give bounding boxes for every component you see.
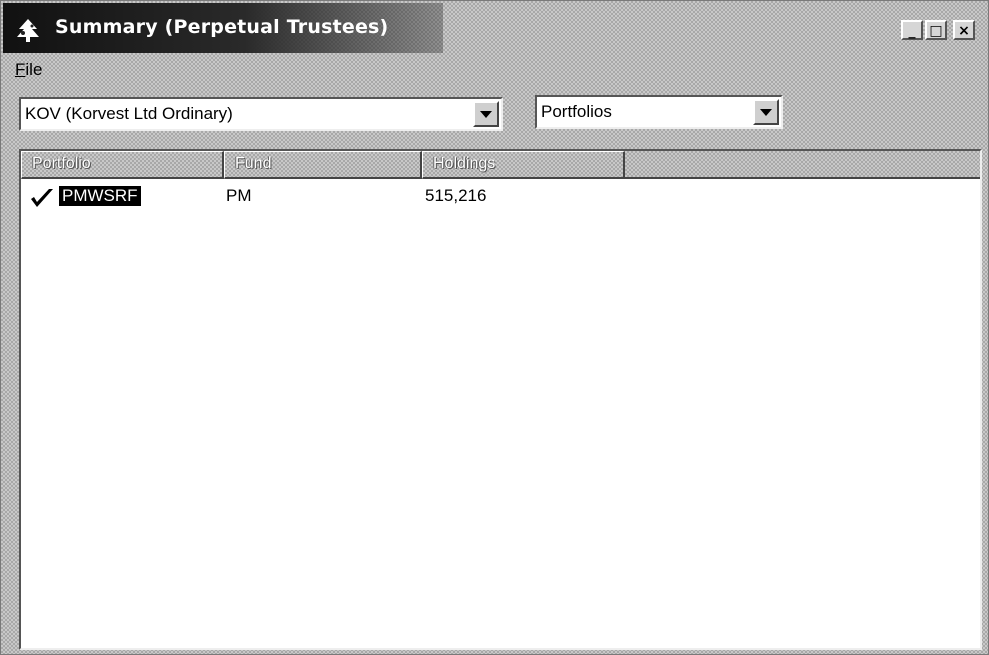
cell-holdings: 515,216 [425,186,487,205]
security-select-value: KOV (Korvest Ltd Ordinary) [25,104,233,123]
cell-portfolio[interactable]: PMWSRF [59,186,141,206]
column-header-holdings[interactable]: Holdings [422,151,625,179]
security-select[interactable]: KOV (Korvest Ltd Ordinary) [19,97,503,131]
tree-app-icon [17,19,39,42]
checkmark-icon [31,189,53,207]
portfolio-list[interactable]: Portfolio Fund Holdings PMWSRF PM 515,21… [19,149,982,650]
table-row[interactable]: PMWSRF PM 515,216 [21,185,980,209]
menu-file[interactable]: File [15,60,42,80]
menu-file-label: ile [25,60,43,79]
column-header-filler [625,151,980,179]
title-bar[interactable]: Summary (Perpetual Trustees) _ □ × [3,3,986,53]
view-select[interactable]: Portfolios [535,95,783,129]
view-dropdown-chevron-down-icon[interactable] [753,99,779,125]
minimize-button[interactable]: _ [901,20,923,40]
window-title: Summary (Perpetual Trustees) [55,16,389,38]
view-select-value: Portfolios [541,102,612,121]
summary-window: Summary (Perpetual Trustees) _ □ × File … [0,0,989,655]
security-dropdown-chevron-down-icon[interactable] [473,101,499,127]
column-header-portfolio[interactable]: Portfolio [21,151,224,179]
maximize-button[interactable]: □ [925,20,947,40]
list-header: Portfolio Fund Holdings [21,151,980,179]
column-header-fund[interactable]: Fund [224,151,422,179]
close-button[interactable]: × [953,20,975,40]
cell-fund: PM [226,186,252,205]
menu-file-accelerator: F [15,60,26,79]
menu-bar: File [3,57,986,83]
